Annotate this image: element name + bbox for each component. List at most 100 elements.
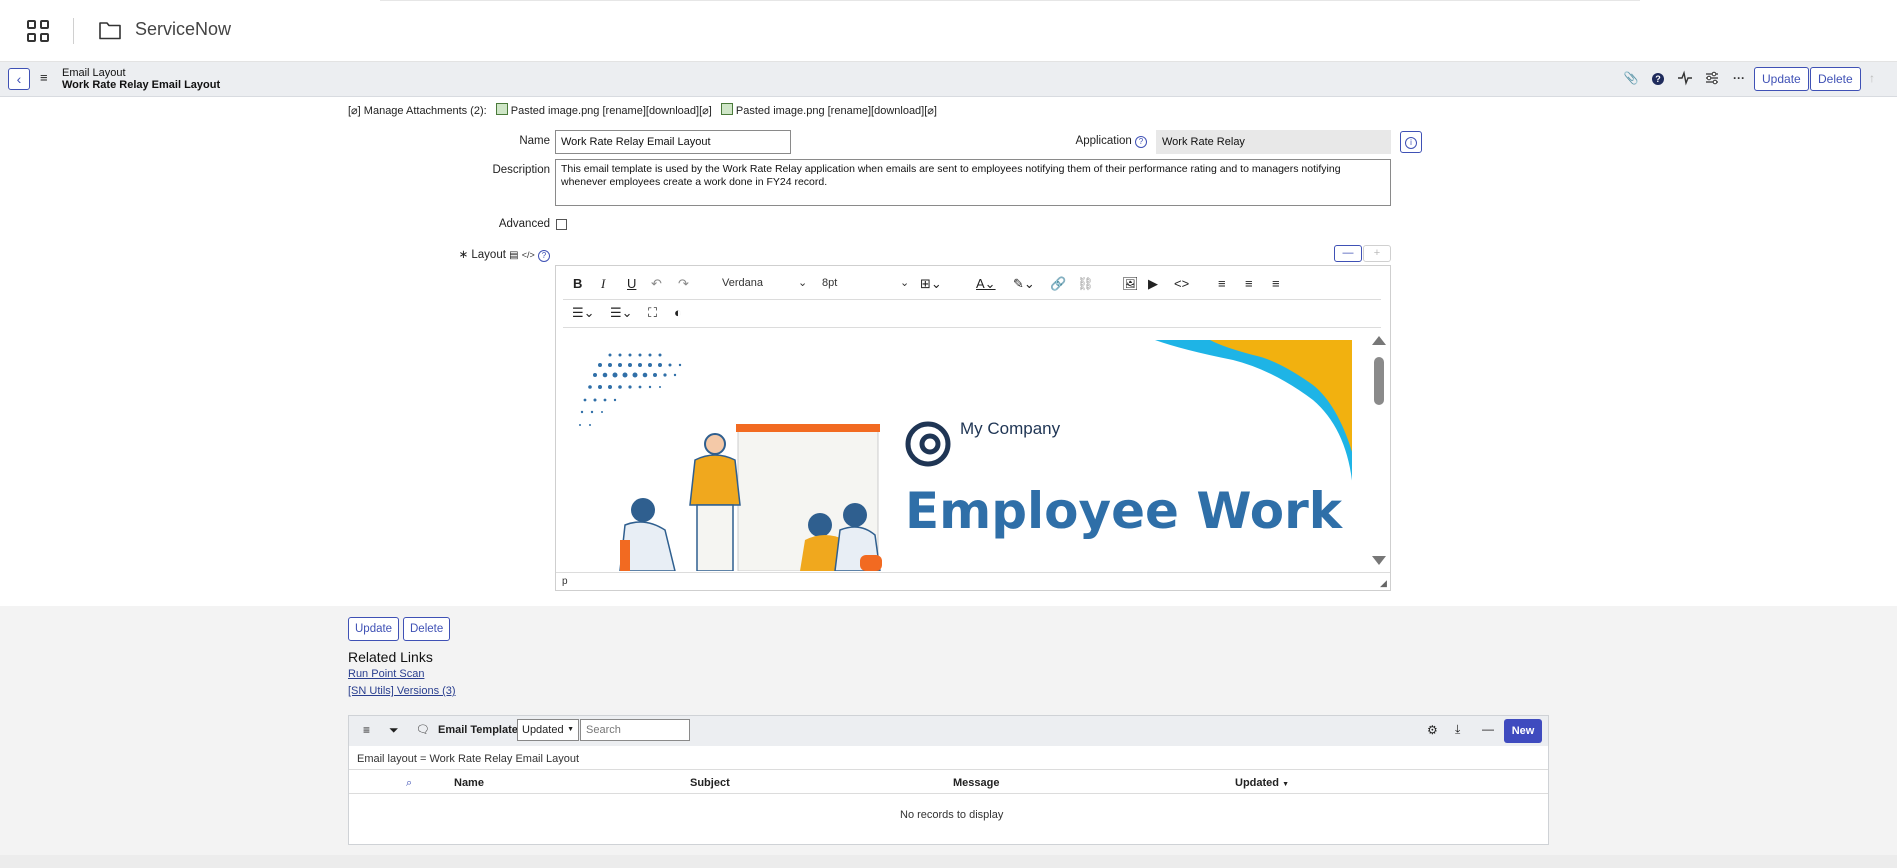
list-menu-icon[interactable]: ≡ [363, 723, 370, 737]
image-icon[interactable]: 🖼 [1122, 276, 1139, 292]
underline-icon[interactable]: U [627, 276, 636, 291]
align-left-icon[interactable]: ≡ [1218, 276, 1226, 291]
header-delete-button[interactable]: Delete [1810, 67, 1861, 91]
attachments-bar: [⌀] Manage Attachments (2): Pasted image… [348, 103, 937, 117]
code-icon[interactable]: </> [522, 250, 535, 260]
scroll-down-icon[interactable] [1372, 556, 1386, 565]
font-family-select[interactable]: Verdana [722, 277, 763, 289]
font-size-select[interactable]: 8pt [822, 277, 837, 289]
description-field[interactable]: This email template is used by the Work … [555, 159, 1391, 206]
more-icon[interactable]: ··· [1731, 70, 1747, 86]
comment-icon[interactable]: 🗨 [416, 723, 430, 736]
image-icon [495, 103, 508, 115]
help-icon[interactable]: ? [1135, 136, 1147, 148]
related-list-search[interactable]: Search [580, 719, 690, 741]
resize-handle-icon[interactable]: ◢ [1380, 578, 1387, 589]
bullet-list-icon[interactable]: ☰⌄ [572, 305, 595, 321]
row-divider [349, 769, 1548, 770]
activity-icon[interactable] [1677, 70, 1693, 86]
app-title[interactable]: ServiceNow [135, 19, 231, 40]
download-icon[interactable]: ⤓ [1455, 722, 1460, 737]
sort-field-select[interactable]: Updated ▼ [517, 719, 579, 741]
run-point-scan-link[interactable]: Run Point Scan [348, 668, 424, 680]
help-icon[interactable]: ? [538, 250, 550, 262]
toolbar-divider [563, 299, 1381, 300]
attachment-item[interactable]: Pasted image.png [rename][download][⌀] [511, 105, 712, 117]
column-header-name[interactable]: Name [454, 777, 484, 789]
expand-editor-button[interactable]: + [1363, 245, 1391, 262]
row-divider [349, 793, 1548, 794]
collapse-editor-button[interactable]: — [1334, 245, 1362, 262]
element-path[interactable]: p [562, 576, 568, 587]
chevron-down-icon[interactable]: ⌄ [900, 276, 909, 289]
italic-icon[interactable]: I [601, 276, 605, 292]
gear-icon[interactable]: ⚙ [1427, 723, 1438, 737]
info-icon: i [1405, 137, 1417, 149]
app-grid-icon[interactable] [27, 20, 49, 42]
sliders-icon[interactable] [1704, 70, 1720, 86]
caret-down-icon: ▼ [567, 726, 574, 733]
nav-separator [73, 18, 74, 44]
attachment-item[interactable]: Pasted image.png [rename][download][⌀] [736, 105, 937, 117]
align-center-icon[interactable]: ≡ [1245, 276, 1253, 291]
align-right-icon[interactable]: ≡ [1272, 276, 1280, 291]
bottom-strip [0, 855, 1897, 868]
editor-toolbar-row-2: ☰⌄ ☰⌄ ⛶ ◐ [570, 305, 870, 323]
advanced-checkbox[interactable] [556, 219, 567, 230]
search-icon[interactable]: ⌕ [406, 777, 412, 790]
manage-attachments-link[interactable]: [⌀] Manage Attachments (2): [348, 105, 487, 117]
numbered-list-icon[interactable]: ☰⌄ [610, 305, 633, 321]
scroll-up-icon[interactable] [1372, 336, 1386, 345]
folder-icon[interactable] [98, 20, 122, 40]
top-divider [380, 0, 1640, 1]
undo-icon[interactable]: ↶ [651, 276, 662, 292]
unlink-icon[interactable]: ⛓ [1077, 276, 1094, 292]
update-button[interactable]: Update [348, 617, 400, 641]
bold-icon[interactable]: B [573, 276, 582, 291]
chevron-down-icon[interactable]: ⌄ [798, 276, 807, 289]
script-icon[interactable]: ▤ [509, 250, 518, 261]
media-icon[interactable]: ▶ [1148, 276, 1158, 292]
back-button[interactable]: ‹ [8, 68, 30, 90]
sort-desc-icon: ▼ [1282, 781, 1289, 788]
link-icon[interactable]: 🔗 [1050, 276, 1066, 292]
source-code-icon[interactable]: <> [1174, 276, 1189, 291]
versions-link[interactable]: [SN Utils] Versions (3) [348, 685, 456, 697]
table-icon[interactable]: ⊞⌄ [920, 276, 942, 292]
arrow-up-icon[interactable]: ↑ [1864, 70, 1880, 86]
contrast-icon[interactable]: ◐ [674, 305, 682, 320]
name-label: Name [519, 135, 550, 147]
statusbar-divider [556, 572, 1390, 573]
editor-scrollbar-thumb[interactable] [1374, 357, 1384, 405]
advanced-label: Advanced [498, 218, 550, 230]
column-header-message[interactable]: Message [953, 777, 999, 789]
header-update-button[interactable]: Update [1754, 67, 1809, 91]
paperclip-icon[interactable]: 📎 [1623, 70, 1639, 86]
image-icon [720, 103, 733, 115]
minimize-icon[interactable]: — [1482, 722, 1494, 736]
new-button[interactable]: New [1504, 719, 1542, 743]
application-info-button[interactable]: i [1400, 131, 1422, 153]
highlight-icon[interactable]: ✎⌄ [1013, 276, 1035, 292]
form-table-label: Email Layout [62, 67, 126, 79]
empty-list-message: No records to display [900, 809, 1004, 821]
application-label: Application ? [1040, 135, 1147, 148]
top-navigation-bar [0, 0, 1897, 62]
delete-button[interactable]: Delete [403, 617, 451, 641]
filter-breadcrumb[interactable]: Email layout = Work Rate Relay Email Lay… [357, 753, 579, 765]
editor-toolbar-row-1: B I U ↶ ↷ Verdana ⌄ 8pt ⌄ ⊞⌄ A⌄ ✎⌄ 🔗 ⛓ 🖼… [570, 276, 1370, 294]
filter-icon[interactable]: ⏷ [389, 723, 399, 738]
column-header-updated[interactable]: Updated ▼ [1235, 777, 1289, 789]
context-menu-icon[interactable]: ≡ [40, 70, 48, 85]
fullscreen-icon[interactable]: ⛶ [648, 305, 657, 321]
column-header-subject[interactable]: Subject [690, 777, 730, 789]
text-color-icon[interactable]: A⌄ [976, 276, 996, 292]
name-field[interactable]: Work Rate Relay Email Layout [555, 130, 791, 154]
form-record-label: Work Rate Relay Email Layout [62, 79, 221, 91]
company-name-text: My Company [960, 419, 1061, 438]
layout-banner-image: My Company Employee Work [570, 340, 1352, 571]
chevron-left-icon: ‹ [16, 71, 22, 87]
help-icon[interactable]: ? [1650, 70, 1666, 86]
redo-icon[interactable]: ↷ [678, 276, 689, 292]
toolbar-divider [563, 327, 1381, 328]
